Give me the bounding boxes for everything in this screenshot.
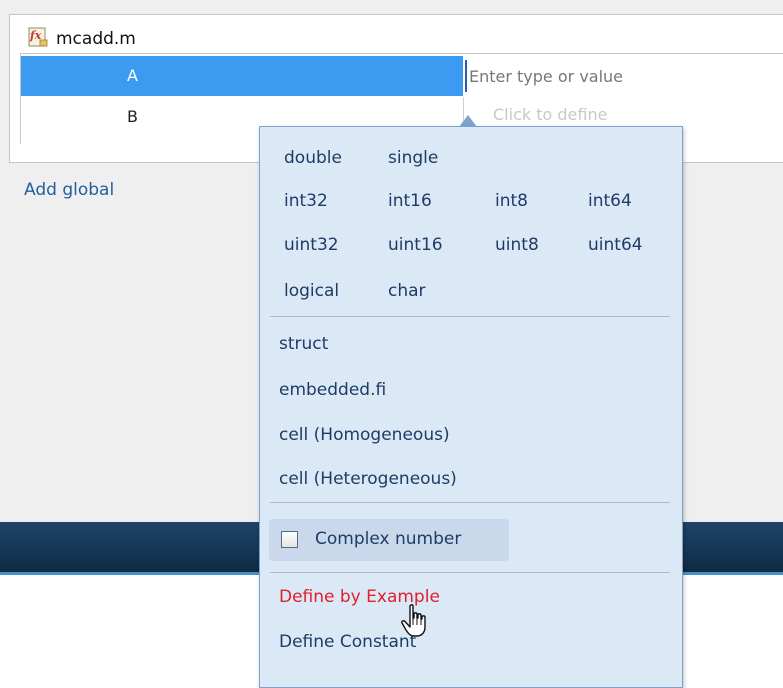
type-option-int32[interactable]: int32 [284,186,328,216]
hand-pointer-cursor-icon [401,604,426,637]
define-constant-item[interactable]: Define Constant [279,632,416,652]
type-option-logical[interactable]: logical [284,276,339,306]
separator [270,316,670,317]
input-name-cell[interactable]: A [21,56,463,96]
complex-number-label[interactable]: Complex number [315,529,461,549]
type-value-input[interactable] [469,56,783,96]
type-option-single[interactable]: single [388,143,438,173]
type-option-uint32[interactable]: uint32 [284,230,339,260]
type-option-double[interactable]: double [284,143,342,173]
click-to-define-hint[interactable]: Click to define [493,105,607,124]
complex-number-option[interactable]: Complex number [269,519,509,561]
type-option-int64[interactable]: int64 [588,186,632,216]
separator [270,502,670,503]
type-option-uint8[interactable]: uint8 [495,230,539,260]
type-option-cell-heterogeneous[interactable]: cell (Heterogeneous) [279,464,457,494]
text-caret [465,60,467,92]
type-picker-popup: double single int32 int16 int8 int64 uin… [259,126,683,688]
type-option-struct[interactable]: struct [279,329,328,359]
type-option-cell-homogeneous[interactable]: cell (Homogeneous) [279,420,450,450]
type-option-char[interactable]: char [388,276,426,306]
type-option-uint64[interactable]: uint64 [588,230,643,260]
type-option-int16[interactable]: int16 [388,186,432,216]
type-value-editor[interactable] [465,56,783,96]
file-name: mcadd.m [56,29,136,49]
add-global-link[interactable]: Add global [24,180,114,200]
separator [270,572,670,573]
type-option-int8[interactable]: int8 [495,186,528,216]
complex-number-checkbox[interactable] [281,531,298,548]
type-option-uint16[interactable]: uint16 [388,230,443,260]
function-file-icon: fx [28,27,48,47]
input-row-a[interactable]: A [21,56,783,96]
type-option-embedded-fi[interactable]: embedded.fi [279,375,386,405]
